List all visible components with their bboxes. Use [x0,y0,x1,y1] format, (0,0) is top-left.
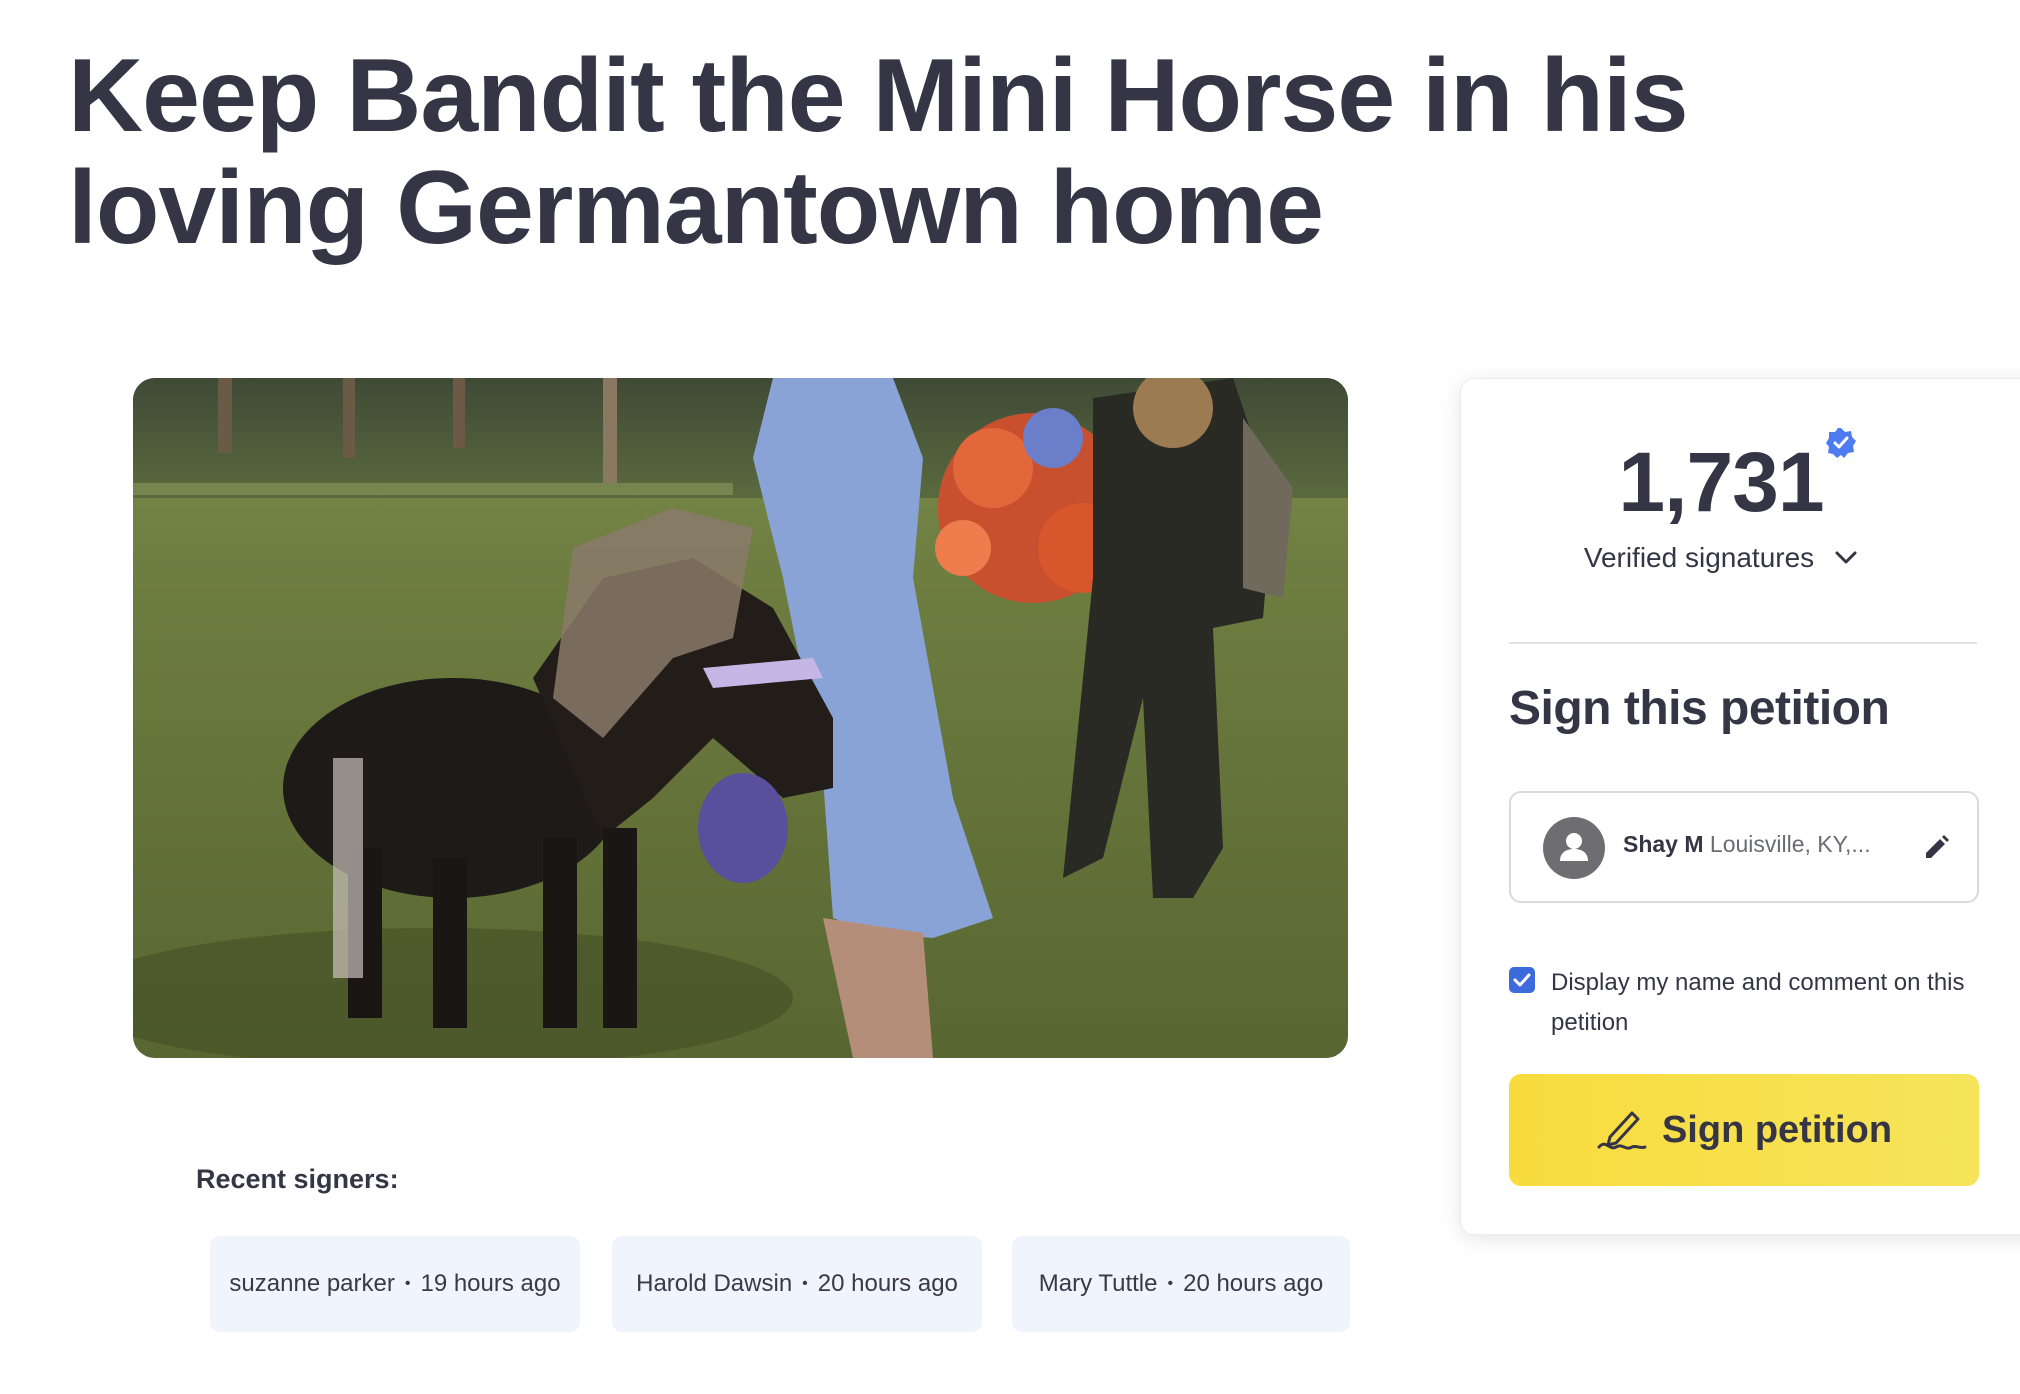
signer-name: Mary Tuttle [1038,1270,1158,1297]
petition-photo [133,378,1348,1058]
separator-dot-icon: • [802,1275,808,1292]
check-icon [1513,973,1531,987]
chevron-down-icon [1835,551,1857,564]
signature-pen-icon [1597,1111,1647,1150]
signer-identity-field[interactable]: Shay M Louisville, KY,... [1509,791,1979,903]
divider [1509,642,1977,644]
sign-heading: Sign this petition [1509,682,1890,735]
petition-page: Keep Bandit the Mini Horse in his loving… [0,0,2020,1394]
recent-signers-label: Recent signers: [196,1164,399,1194]
verified-badge-icon [1826,428,1856,458]
signer-pill: suzanne parker • 19 hours ago [210,1236,580,1332]
signer-user-location: Louisville, KY,... [1709,831,1871,857]
signature-count: 1,731 [1618,435,1824,529]
recent-signers-list: suzanne parker • 19 hours ago Harold Daw… [210,1236,1350,1332]
signer-time: 19 hours ago [420,1270,561,1297]
verified-signatures-label: Verified signatures [1583,542,1815,573]
consent-label: Display my name and comment on this peti… [1551,969,1965,1036]
person-icon [1543,817,1605,879]
sign-petition-button[interactable]: Sign petition [1509,1074,1979,1186]
signer-pill: Harold Dawsin • 20 hours ago [612,1236,982,1332]
signer-time: 20 hours ago [1183,1270,1324,1297]
verified-signatures-toggle[interactable]: Verified signatures [1461,542,1981,574]
signer-name: Harold Dawsin [636,1270,793,1297]
sign-petition-label: Sign petition [1661,1108,1893,1151]
page-title: Keep Bandit the Mini Horse in his loving… [68,38,1689,266]
pencil-icon[interactable] [1921,833,1951,863]
display-name-checkbox[interactable] [1509,967,1535,993]
separator-dot-icon: • [404,1275,411,1292]
signer-user-name: Shay M [1623,831,1704,857]
sign-petition-card: 1,731 Verified signatures Sign this peti… [1460,378,2020,1235]
signer-name: suzanne parker [229,1270,395,1297]
signer-time: 20 hours ago [817,1270,958,1297]
separator-dot-icon: • [1167,1275,1174,1292]
signer-identity-text: Shay M Louisville, KY,... [1623,831,1871,858]
signer-pill: Mary Tuttle • 20 hours ago [1012,1236,1350,1332]
